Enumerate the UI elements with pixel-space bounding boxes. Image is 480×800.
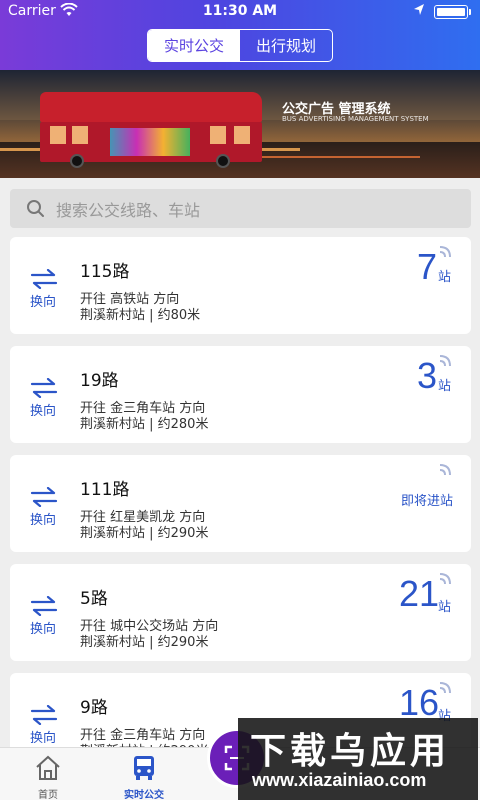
route-stop-distance: 荆溪新村站 | 约290米 <box>80 526 209 541</box>
tab-trip-planning[interactable]: 出行规划 <box>240 30 332 61</box>
battery-tip <box>469 9 471 15</box>
swap-direction-icon[interactable] <box>30 705 58 725</box>
watermark-overlay: 下载乌应用 www.xiazainiao.com <box>238 718 478 800</box>
search-bar[interactable]: 搜索公交线路、车站 <box>10 189 471 228</box>
app-header: Carrier 11:30 AM 实时公交 出行规划 <box>0 0 480 70</box>
stops-unit: 站 <box>438 379 452 394</box>
mode-segmented-control: 实时公交 出行规划 <box>147 29 333 62</box>
route-card[interactable]: 换向 111路 开往 红星美凯龙 方向 荆溪新村站 | 约290米 即将进站 <box>10 455 471 552</box>
swap-direction-icon[interactable] <box>30 378 58 398</box>
watermark-url: www.xiazainiao.com <box>252 770 427 790</box>
clock: 11:30 AM <box>202 3 278 19</box>
stops-away-count: 7 <box>416 246 437 287</box>
signal-icon <box>439 682 451 694</box>
route-card[interactable]: 换向 19路 开往 金三角车站 方向 荆溪新村站 | 约280米 3 站 <box>10 346 471 443</box>
tab-realtime-bus-nav[interactable]: 实时公交 <box>96 748 192 800</box>
stops-away-count: 3 <box>416 355 437 396</box>
stops-away-count: 16 <box>398 682 439 723</box>
status-bar: Carrier 11:30 AM <box>0 0 480 24</box>
swap-direction-icon[interactable] <box>30 487 58 507</box>
swap-direction-icon[interactable] <box>30 596 58 616</box>
tab-home[interactable]: 首页 <box>0 748 96 800</box>
route-stop-distance: 荆溪新村站 | 约280米 <box>80 417 209 432</box>
signal-icon <box>439 573 451 585</box>
tab-home-label: 首页 <box>38 790 58 800</box>
swap-direction-label: 换向 <box>30 513 57 528</box>
bus-icon <box>134 756 154 780</box>
tab-realtime-bus-label: 实时公交 <box>124 790 164 800</box>
ad-banner[interactable]: 公交广告 管理系统 BUS ADVERTISING MANAGEMENT SYS… <box>0 70 480 178</box>
route-stop-distance: 荆溪新村站 | 约80米 <box>80 308 201 323</box>
route-name: 115路 <box>80 262 130 282</box>
search-icon <box>27 199 44 217</box>
route-name: 9路 <box>80 698 108 718</box>
arriving-soon-label: 即将进站 <box>400 494 453 509</box>
swap-direction-label: 换向 <box>30 731 57 746</box>
stops-unit: 站 <box>438 270 452 285</box>
route-name: 19路 <box>80 371 119 391</box>
signal-icon <box>439 246 451 258</box>
route-stop-distance: 荆溪新村站 | 约290米 <box>80 635 209 650</box>
stops-unit: 站 <box>438 600 452 615</box>
search-placeholder: 搜索公交线路、车站 <box>56 200 201 220</box>
watermark-title: 下载乌应用 <box>250 731 451 772</box>
signal-icon <box>439 464 451 476</box>
route-name: 5路 <box>80 589 108 609</box>
stops-away-count: 21 <box>398 573 439 614</box>
signal-icon <box>439 355 451 367</box>
route-name: 111路 <box>80 480 130 500</box>
swap-direction-icon[interactable] <box>30 269 58 289</box>
swap-direction-label: 换向 <box>30 295 57 310</box>
route-card[interactable]: 换向 5路 开往 城中公交场站 方向 荆溪新村站 | 约290米 21 站 <box>10 564 471 661</box>
battery-icon <box>434 5 468 19</box>
location-arrow-icon <box>412 2 426 22</box>
tab-realtime-bus[interactable]: 实时公交 <box>148 30 240 61</box>
route-card[interactable]: 换向 115路 开往 高铁站 方向 荆溪新村站 | 约80米 7 站 <box>10 237 471 334</box>
banner-subtitle: BUS ADVERTISING MANAGEMENT SYSTEM <box>282 115 429 123</box>
double-decker-bus-image <box>40 92 262 168</box>
swap-direction-label: 换向 <box>30 404 57 419</box>
swap-direction-label: 换向 <box>30 622 57 637</box>
home-icon <box>36 755 60 780</box>
